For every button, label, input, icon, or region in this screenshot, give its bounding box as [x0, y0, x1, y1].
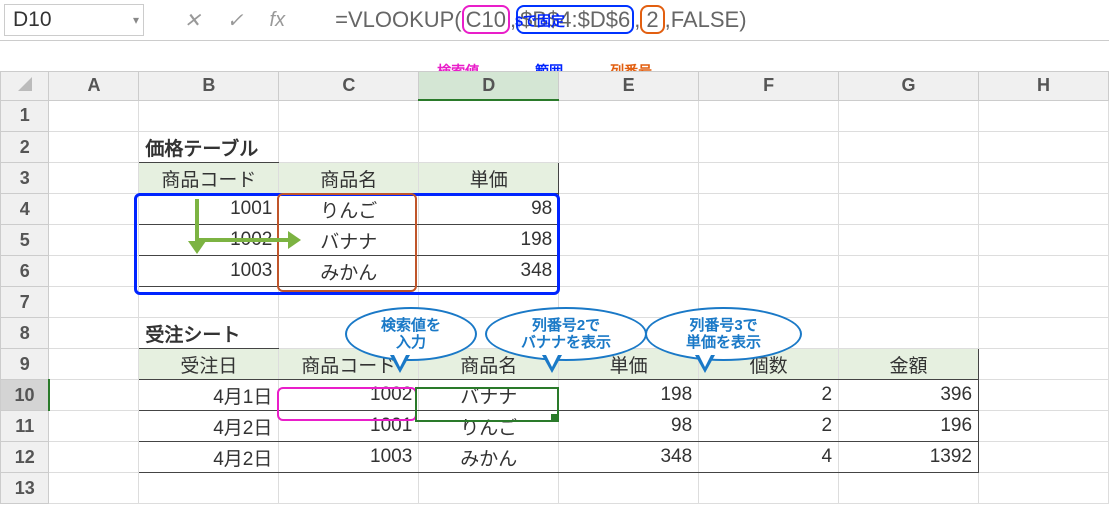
table-cell[interactable]: 396 — [839, 380, 979, 411]
order-header[interactable]: 商品名 — [419, 349, 559, 380]
table-cell[interactable]: 196 — [839, 411, 979, 442]
label-fixed: $で固定 — [515, 11, 565, 31]
select-all[interactable] — [1, 72, 49, 101]
col-header[interactable]: E — [559, 72, 699, 101]
formula-input[interactable]: =VLOOKUP(C10,$B$4:$D$6,2,FALSE) $で固定 検索値… — [335, 7, 746, 33]
table-cell[interactable]: 98 — [419, 194, 559, 225]
order-sheet-title[interactable]: 受注シート — [139, 318, 279, 349]
table-cell[interactable]: りんご — [279, 194, 419, 225]
name-box[interactable]: D10 ▾ — [4, 4, 144, 36]
order-header[interactable]: 個数 — [699, 349, 839, 380]
table-cell[interactable]: 1003 — [279, 442, 419, 473]
order-header[interactable]: 単価 — [559, 349, 699, 380]
row-header[interactable]: 8 — [1, 318, 49, 349]
spreadsheet-grid[interactable]: A B C D E F G H 1 2 価格テーブル 3 商品コード 商品名 単… — [0, 71, 1109, 504]
table-cell[interactable]: みかん — [279, 256, 419, 287]
row-header[interactable]: 12 — [1, 442, 49, 473]
order-header[interactable]: 商品コード — [279, 349, 419, 380]
table-cell[interactable]: 98 — [559, 411, 699, 442]
formula-icons: ✕ ✓ fx — [184, 8, 285, 33]
order-header[interactable]: 受注日 — [139, 349, 279, 380]
row-header[interactable]: 9 — [1, 349, 49, 380]
col-header[interactable]: D — [419, 72, 559, 101]
table-cell[interactable]: バナナ — [419, 380, 559, 411]
table-cell[interactable]: 4月2日 — [139, 442, 279, 473]
row-header[interactable]: 11 — [1, 411, 49, 442]
order-header[interactable]: 金額 — [839, 349, 979, 380]
row-header[interactable]: 10 — [1, 380, 49, 411]
row-header[interactable]: 13 — [1, 473, 49, 504]
enter-icon[interactable]: ✓ — [227, 8, 244, 33]
table-cell[interactable]: 1003 — [139, 256, 279, 287]
row-header[interactable]: 5 — [1, 225, 49, 256]
table-cell[interactable]: 1002 — [139, 225, 279, 256]
price-header[interactable]: 商品コード — [139, 163, 279, 194]
table-cell[interactable]: バナナ — [279, 225, 419, 256]
column-header-row: A B C D E F G H — [1, 72, 1109, 101]
price-header[interactable]: 単価 — [419, 163, 559, 194]
table-cell[interactable]: 4 — [699, 442, 839, 473]
table-cell[interactable]: 1392 — [839, 442, 979, 473]
table-cell[interactable]: りんご — [419, 411, 559, 442]
table-cell[interactable]: 1001 — [279, 411, 419, 442]
table-cell[interactable]: みかん — [419, 442, 559, 473]
formula-arg-col: 2 — [640, 5, 664, 34]
cancel-icon[interactable]: ✕ — [184, 8, 201, 33]
row-header[interactable]: 4 — [1, 194, 49, 225]
col-header[interactable]: F — [699, 72, 839, 101]
table-cell[interactable]: 348 — [419, 256, 559, 287]
row-header[interactable]: 7 — [1, 287, 49, 318]
col-header[interactable]: A — [49, 72, 139, 101]
table-cell[interactable]: 4月2日 — [139, 411, 279, 442]
table-cell[interactable]: 2 — [699, 380, 839, 411]
price-table-title[interactable]: 価格テーブル — [139, 132, 279, 163]
table-cell[interactable]: 348 — [559, 442, 699, 473]
col-header[interactable]: B — [139, 72, 279, 101]
col-header[interactable]: G — [839, 72, 979, 101]
col-header[interactable]: C — [279, 72, 419, 101]
fx-icon[interactable]: fx — [270, 9, 286, 32]
formula-arg-lookup-value: C10 — [462, 5, 510, 34]
table-cell[interactable]: 2 — [699, 411, 839, 442]
row-header[interactable]: 3 — [1, 163, 49, 194]
chevron-down-icon[interactable]: ▾ — [133, 13, 139, 27]
table-cell[interactable]: 198 — [419, 225, 559, 256]
select-all-icon — [18, 77, 32, 91]
table-cell[interactable]: 198 — [559, 380, 699, 411]
row-header[interactable]: 2 — [1, 132, 49, 163]
table-cell[interactable]: 1001 — [139, 194, 279, 225]
formula-bar: D10 ▾ ✕ ✓ fx =VLOOKUP(C10,$B$4:$D$6,2,FA… — [0, 0, 1109, 41]
col-header[interactable]: H — [979, 72, 1109, 101]
table-cell[interactable]: 4月1日 — [139, 380, 279, 411]
row-header[interactable]: 6 — [1, 256, 49, 287]
table-cell[interactable]: 1002 — [279, 380, 419, 411]
name-box-value: D10 — [13, 8, 52, 32]
row-header[interactable]: 1 — [1, 100, 49, 132]
price-header[interactable]: 商品名 — [279, 163, 419, 194]
